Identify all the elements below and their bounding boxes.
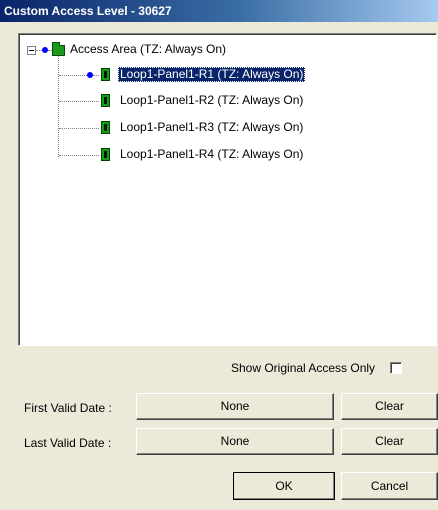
reader-icon <box>101 148 110 161</box>
collapse-icon[interactable] <box>27 46 36 55</box>
last-valid-date-button[interactable]: None <box>136 428 334 455</box>
show-original-checkbox[interactable] <box>390 362 402 374</box>
window-title: Custom Access Level - 30627 <box>4 4 172 18</box>
first-valid-date-button[interactable]: None <box>136 393 334 420</box>
tree-node-reader-r4[interactable]: Loop1-Panel1-R4 (TZ: Always On) <box>118 147 305 162</box>
tree-node-reader-r2[interactable]: Loop1-Panel1-R2 (TZ: Always On) <box>118 93 305 108</box>
folder-icon <box>52 42 65 56</box>
reader-icon <box>101 68 110 81</box>
tree-node-reader-r3[interactable]: Loop1-Panel1-R3 (TZ: Always On) <box>118 120 305 135</box>
last-valid-date-label: Last Valid Date : <box>24 436 112 450</box>
first-valid-clear-button[interactable]: Clear <box>341 393 438 420</box>
first-valid-date-label: First Valid Date : <box>24 401 112 415</box>
show-original-label: Show Original Access Only <box>231 361 376 375</box>
reader-icon <box>101 121 110 134</box>
last-valid-clear-button[interactable]: Clear <box>341 428 438 455</box>
cancel-button[interactable]: Cancel <box>341 472 438 500</box>
ok-button[interactable]: OK <box>233 472 335 500</box>
tree-node-reader-r1[interactable]: Loop1-Panel1-R1 (TZ: Always On) <box>118 67 306 82</box>
window-title-bar[interactable]: Custom Access Level - 30627 <box>0 0 438 22</box>
tree-node-access-area[interactable]: Access Area (TZ: Always On) <box>68 42 228 57</box>
access-tree[interactable]: Access Area (TZ: Always On) Loop1-Panel1… <box>18 33 437 346</box>
reader-icon <box>101 94 110 107</box>
